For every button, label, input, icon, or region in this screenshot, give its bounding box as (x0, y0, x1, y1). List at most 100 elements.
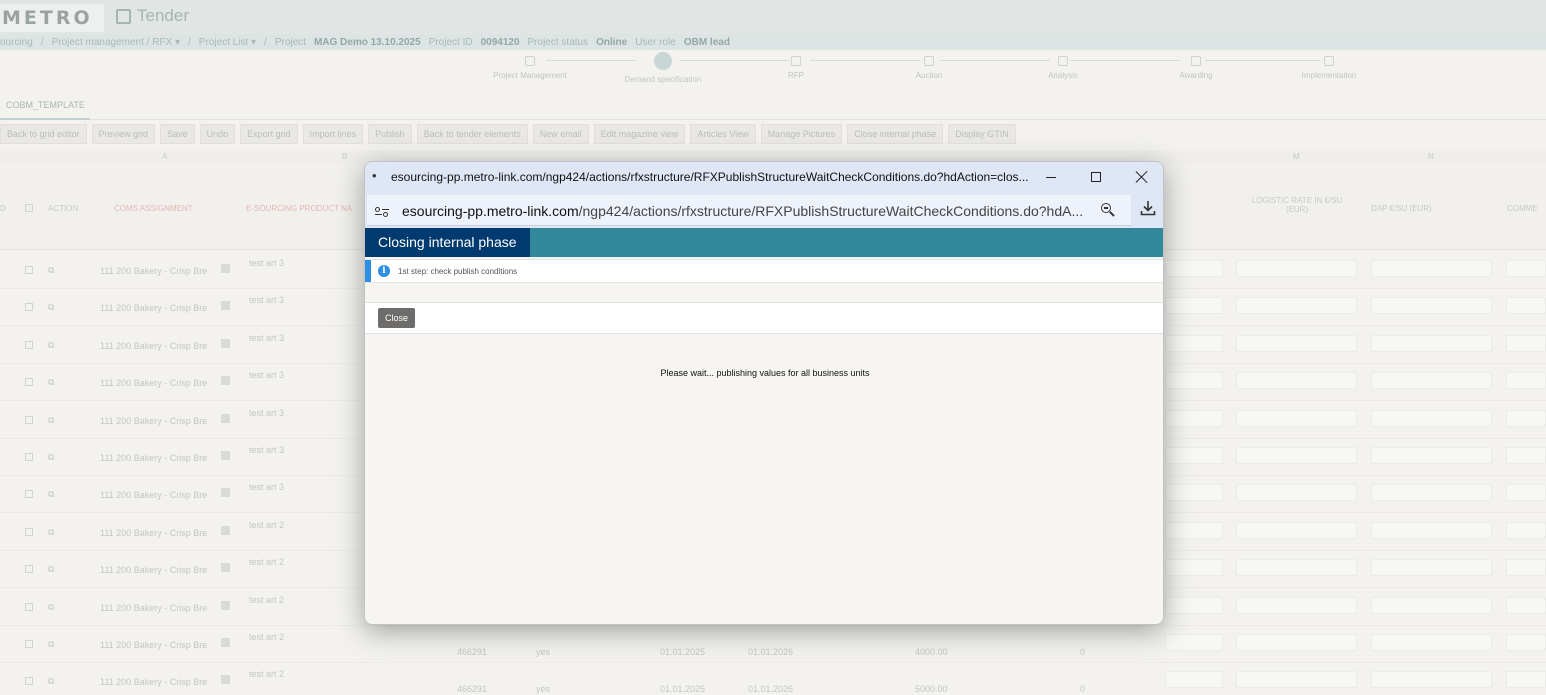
copy-icon[interactable]: ⧉ (48, 602, 54, 613)
row-checkbox[interactable] (25, 528, 33, 536)
logistic-rate-input[interactable] (1236, 559, 1357, 576)
date-from-cell[interactable]: 01.01.2025 (660, 647, 705, 657)
crumb-project-management[interactable]: Project management / RFX ▾ (52, 37, 180, 48)
copy-icon[interactable]: ⧉ (48, 639, 54, 650)
row-checkbox[interactable] (25, 453, 33, 461)
dap-input[interactable] (1371, 559, 1492, 576)
dap-input[interactable] (1371, 260, 1492, 277)
yes-select[interactable]: yes (536, 647, 550, 657)
comment-input[interactable] (1506, 447, 1546, 464)
copy-icon[interactable]: ⧉ (48, 452, 54, 463)
crumb-esourcing[interactable]: ourcing (0, 37, 33, 48)
logistic-rate-input[interactable] (1236, 410, 1357, 427)
export-grid-button[interactable]: Export grid (240, 124, 298, 144)
row-checkbox[interactable] (25, 416, 33, 424)
yes-select[interactable]: yes (536, 684, 550, 694)
comment-input[interactable] (1506, 634, 1546, 651)
copy-icon[interactable]: ⧉ (48, 377, 54, 388)
add-icon[interactable] (221, 301, 230, 310)
dap-input[interactable] (1371, 484, 1492, 501)
add-icon[interactable] (221, 414, 230, 423)
comment-input[interactable] (1506, 297, 1546, 314)
display-gtin-button[interactable]: Display GTIN (948, 124, 1016, 144)
download-icon[interactable] (1139, 199, 1157, 217)
copy-icon[interactable]: ⧉ (48, 340, 54, 351)
row-checkbox[interactable] (25, 677, 33, 685)
step-analysis[interactable]: Analysis (1003, 56, 1123, 80)
row-checkbox[interactable] (25, 378, 33, 386)
add-icon[interactable] (221, 526, 230, 535)
add-icon[interactable] (221, 601, 230, 610)
row-checkbox[interactable] (25, 565, 33, 573)
add-icon[interactable] (221, 264, 230, 273)
value-input[interactable] (1165, 559, 1223, 576)
undo-button[interactable]: Undo (199, 124, 236, 144)
step-rfp[interactable]: RFP (736, 56, 856, 80)
comment-input[interactable] (1506, 335, 1546, 352)
add-icon[interactable] (221, 675, 230, 684)
value-input[interactable] (1165, 297, 1223, 314)
row-checkbox[interactable] (25, 640, 33, 648)
minimize-button[interactable] (1035, 165, 1067, 189)
import-lines-button[interactable]: Import lines (302, 124, 364, 144)
add-icon[interactable] (221, 638, 230, 647)
copy-icon[interactable]: ⧉ (48, 564, 54, 575)
row-checkbox[interactable] (25, 603, 33, 611)
comment-input[interactable] (1506, 671, 1546, 688)
comment-input[interactable] (1506, 410, 1546, 427)
logistic-rate-input[interactable] (1236, 335, 1357, 352)
add-icon[interactable] (221, 376, 230, 385)
back-to-tender-elements-button[interactable]: Back to tender elements (416, 124, 528, 144)
add-icon[interactable] (221, 451, 230, 460)
add-icon[interactable] (221, 339, 230, 348)
tab-cobm-template[interactable]: COBM_TEMPLATE (0, 94, 90, 120)
step-auction[interactable]: Auction (869, 56, 989, 80)
maximize-button[interactable] (1080, 165, 1112, 189)
dap-input[interactable] (1371, 597, 1492, 614)
add-icon[interactable] (221, 488, 230, 497)
dap-input[interactable] (1371, 410, 1492, 427)
zoom-out-icon[interactable] (1101, 203, 1115, 217)
close-internal-phase-button[interactable]: Close internal phase (847, 124, 944, 144)
dap-input[interactable] (1371, 297, 1492, 314)
row-checkbox[interactable] (25, 490, 33, 498)
preview-grid-button[interactable]: Preview grid (91, 124, 156, 144)
logistic-rate-input[interactable] (1236, 671, 1357, 688)
site-info-icon[interactable] (375, 205, 389, 217)
value-input[interactable] (1165, 522, 1223, 539)
add-icon[interactable] (221, 563, 230, 572)
value-input[interactable] (1165, 484, 1223, 501)
copy-icon[interactable]: ⧉ (48, 415, 54, 426)
comment-input[interactable] (1506, 372, 1546, 389)
row-checkbox[interactable] (25, 341, 33, 349)
value-input[interactable] (1165, 260, 1223, 277)
dap-input[interactable] (1371, 522, 1492, 539)
row-checkbox[interactable] (25, 303, 33, 311)
dap-input[interactable] (1371, 372, 1492, 389)
comment-input[interactable] (1506, 522, 1546, 539)
date-from-cell[interactable]: 01.01.2025 (660, 684, 705, 694)
comment-input[interactable] (1506, 484, 1546, 501)
logistic-rate-input[interactable] (1236, 297, 1357, 314)
value-input[interactable] (1165, 634, 1223, 651)
select-all-checkbox[interactable] (25, 204, 33, 212)
step-project-management[interactable]: Project Management (470, 56, 590, 80)
value-input[interactable] (1165, 410, 1223, 427)
copy-icon[interactable]: ⧉ (48, 489, 54, 500)
logistic-rate-input[interactable] (1236, 372, 1357, 389)
step-awarding[interactable]: Awarding (1136, 56, 1256, 80)
close-button[interactable]: Close (378, 308, 416, 328)
copy-icon[interactable]: ⧉ (48, 302, 54, 313)
url-field[interactable]: esourcing-pp.metro-link.com/ngp424/actio… (367, 195, 1131, 226)
comment-input[interactable] (1506, 260, 1546, 277)
logistic-rate-input[interactable] (1236, 447, 1357, 464)
publish-button[interactable]: Publish (368, 124, 412, 144)
step-implementation[interactable]: Implementation (1269, 56, 1389, 80)
copy-icon[interactable]: ⧉ (48, 676, 54, 687)
window-close-button[interactable] (1126, 165, 1158, 189)
logistic-rate-input[interactable] (1236, 484, 1357, 501)
value-input[interactable] (1165, 597, 1223, 614)
value-input[interactable] (1165, 447, 1223, 464)
logistic-rate-input[interactable] (1236, 597, 1357, 614)
row-checkbox[interactable] (25, 266, 33, 274)
